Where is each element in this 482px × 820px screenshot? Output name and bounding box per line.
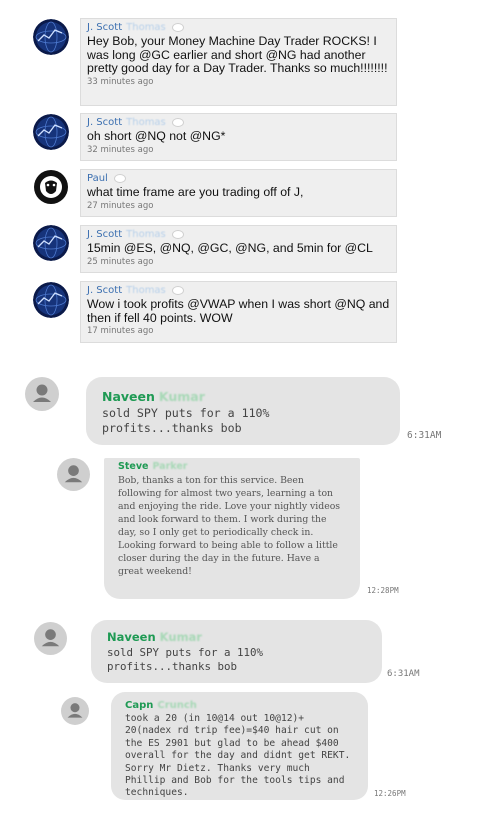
message-bubble: J. Scott Thomas oh short @NQ not @NG* 32 …: [80, 113, 397, 161]
speech-bubble-icon[interactable]: [113, 173, 126, 183]
message-text: sold SPY puts for a 110% profits...thank…: [102, 406, 270, 435]
sender-name[interactable]: J. Scott: [87, 229, 122, 240]
sender-name[interactable]: Steve: [118, 461, 148, 472]
default-user-avatar[interactable]: [57, 458, 90, 491]
message-bubble: J. Scott Thomas 15min @ES, @NQ, @GC, @NG,…: [80, 225, 397, 273]
message-text: Hey Bob, your Money Machine Day Trader R…: [87, 34, 388, 75]
globe-avatar[interactable]: [33, 114, 69, 150]
message-bubble: Naveen Kumar sold SPY puts for a 110% pro…: [91, 620, 382, 683]
globe-avatar[interactable]: [33, 282, 69, 318]
sender-surname: Parker: [152, 461, 188, 472]
speech-bubble-icon[interactable]: [171, 22, 184, 32]
sender-surname: Kumar: [159, 630, 202, 644]
speech-bubble-icon[interactable]: [171, 117, 184, 127]
sender-name[interactable]: Paul: [87, 173, 108, 184]
timestamp: 33 minutes ago: [87, 76, 154, 87]
sender-surname: Kumar: [158, 389, 205, 404]
message-text: 15min @ES, @NQ, @GC, @NG, and 5min for @…: [87, 241, 373, 255]
message-text: Bob, thanks a ton for this service. Been…: [118, 475, 341, 577]
sender-name[interactable]: Naveen: [102, 389, 155, 404]
default-user-avatar[interactable]: [25, 377, 59, 411]
lion-avatar[interactable]: [33, 169, 69, 205]
message-bubble: J. Scott Thomas Wow i took profits @VWAP …: [80, 281, 397, 343]
message-text: oh short @NQ not @NG*: [87, 129, 226, 143]
timestamp: 17 minutes ago: [87, 326, 154, 336]
timestamp: 6:31AM: [407, 430, 442, 441]
timestamp: 12:28PM: [367, 586, 399, 595]
timestamp: 6:31AM: [387, 669, 420, 679]
message-bubble: Steve Parker Bob, thanks a ton for this s…: [104, 458, 360, 599]
message-text: Wow i took profits @VWAP when I was shor…: [87, 297, 390, 325]
timestamp: 32 minutes ago: [87, 144, 154, 155]
message-bubble: Naveen Kumar sold SPY puts for a 110% pro…: [86, 377, 400, 445]
sender-surname: Crunch: [157, 700, 197, 711]
sender-name[interactable]: Capn: [125, 700, 153, 711]
sender-name[interactable]: J. Scott: [87, 285, 122, 296]
message-text: sold SPY puts for a 110% profits...thank…: [107, 646, 264, 673]
sender-surname: Thomas: [126, 22, 166, 33]
sender-name[interactable]: J. Scott: [87, 117, 122, 128]
timestamp: 12:26PM: [374, 789, 406, 798]
message-text: what time frame are you trading off of J…: [87, 185, 304, 199]
sender-surname: Thomas: [126, 285, 166, 296]
message-bubble: J. Scott Thomas Hey Bob, your Money Machi…: [80, 18, 397, 106]
default-user-avatar[interactable]: [61, 697, 89, 725]
speech-bubble-icon[interactable]: [171, 285, 184, 295]
speech-bubble-icon[interactable]: [171, 229, 184, 239]
sender-name[interactable]: Naveen: [107, 630, 156, 644]
message-bubble: Paul what time frame are you trading off…: [80, 169, 397, 217]
sender-name[interactable]: J. Scott: [87, 22, 122, 33]
message-text: took a 20 (in 10@14 out 10@12)+ 20(nadex…: [125, 713, 351, 799]
globe-avatar[interactable]: [33, 225, 69, 261]
default-user-avatar[interactable]: [34, 622, 67, 655]
timestamp: 27 minutes ago: [87, 200, 154, 211]
message-bubble: Capn Crunch took a 20 (in 10@14 out 10@12…: [111, 692, 368, 800]
sender-surname: Thomas: [126, 229, 166, 240]
sender-surname: Thomas: [126, 117, 166, 128]
globe-avatar[interactable]: [33, 19, 69, 55]
timestamp: 25 minutes ago: [87, 256, 154, 267]
